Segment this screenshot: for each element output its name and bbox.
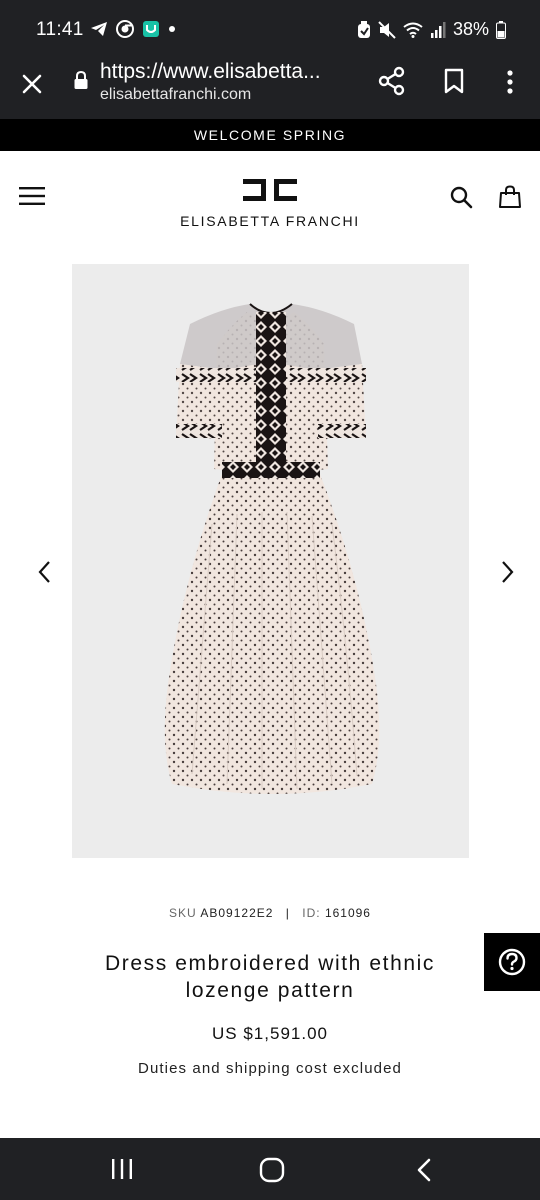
telegram-icon [90, 21, 108, 37]
wifi-icon [403, 22, 423, 38]
brand-name[interactable]: ELISABETTA FRANCHI [0, 213, 540, 229]
app-notification-icon [142, 20, 160, 38]
battery-percent: 38% [452, 19, 489, 39]
status-bar: 11:41 38% [0, 0, 540, 62]
product-image[interactable] [72, 264, 469, 858]
recent-apps-icon[interactable] [110, 1158, 134, 1180]
id-value: 161096 [324, 906, 371, 920]
announcement-bar[interactable]: WELCOME SPRING [0, 119, 540, 151]
battery-icon [496, 20, 506, 39]
product-title: Dress embroidered with ethnic lozenge pa… [104, 952, 436, 1002]
chrome-icon [116, 20, 134, 38]
previous-image-arrow-icon[interactable] [34, 559, 56, 585]
alarm-icon [357, 20, 371, 39]
sku-line: SKU AB09122E2 | ID: 161096 [0, 906, 540, 920]
help-chat-button[interactable] [484, 933, 540, 991]
dot-icon [168, 25, 176, 33]
sku-label: SKU [169, 906, 197, 920]
site-header: ELISABETTA FRANCHI [0, 151, 540, 246]
system-nav-bar [0, 1138, 540, 1200]
duties-note: Duties and shipping cost excluded [138, 1060, 402, 1077]
more-options-icon[interactable] [504, 68, 516, 96]
hamburger-menu-icon[interactable] [19, 186, 46, 206]
id-label: ID: [302, 906, 321, 920]
lock-icon [73, 70, 89, 90]
search-icon[interactable] [449, 185, 473, 209]
share-icon[interactable] [378, 66, 406, 96]
url-domain[interactable]: elisabettafranchi.com [100, 86, 251, 104]
back-icon[interactable] [415, 1157, 433, 1183]
url-text[interactable]: https://www.elisabetta... [100, 60, 355, 84]
sku-value: AB09122E2 [200, 906, 274, 920]
home-icon[interactable] [259, 1157, 285, 1183]
product-price: US $1,591.00 [212, 1024, 328, 1043]
help-question-icon [498, 948, 526, 976]
next-image-arrow-icon[interactable] [496, 559, 518, 585]
brand-logo[interactable] [242, 177, 298, 203]
mute-icon [378, 20, 396, 39]
close-icon[interactable] [18, 70, 46, 98]
bookmark-icon[interactable] [443, 68, 465, 94]
browser-url-bar: https://www.elisabetta... elisabettafran… [0, 60, 540, 119]
status-right: 38% [357, 19, 506, 40]
shopping-bag-icon[interactable] [498, 185, 522, 209]
notification-icons [90, 20, 176, 38]
dress-illustration [164, 303, 380, 794]
signal-icon [430, 21, 446, 38]
sku-separator: | [285, 906, 290, 920]
status-time: 11:41 [36, 19, 84, 40]
